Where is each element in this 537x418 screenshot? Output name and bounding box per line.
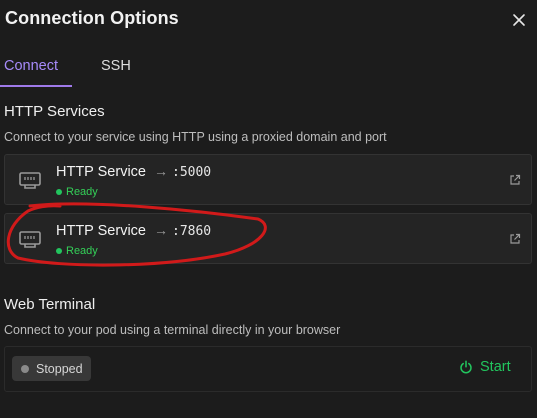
http-services-description: Connect to your service using HTTP using… — [4, 130, 387, 144]
web-terminal-bar: Stopped Start — [4, 346, 532, 392]
start-terminal-button[interactable]: Start — [459, 359, 511, 375]
service-status: Ready — [56, 245, 98, 257]
terminal-status-label: Stopped — [36, 361, 83, 376]
http-service-card[interactable]: HTTP Service → :7860 Ready — [4, 213, 532, 264]
service-port: :7860 — [172, 224, 212, 239]
dialog-title: Connection Options — [5, 8, 179, 28]
http-services-title: HTTP Services — [4, 103, 105, 120]
external-link-icon[interactable] — [509, 233, 521, 245]
tab-connect[interactable]: Connect — [4, 58, 58, 74]
stopped-dot — [21, 364, 29, 373]
arrow-right-icon: → — [154, 222, 168, 238]
start-label: Start — [480, 359, 511, 375]
external-link-icon[interactable] — [509, 174, 521, 186]
service-status: Ready — [56, 186, 98, 198]
status-label: Ready — [66, 186, 98, 198]
power-icon — [460, 360, 472, 374]
service-name: HTTP Service — [56, 223, 146, 239]
tab-bar: Connect SSH — [0, 52, 537, 88]
http-service-card[interactable]: HTTP Service → :5000 Ready — [4, 154, 532, 205]
status-dot — [56, 248, 62, 254]
arrow-right-icon: → — [154, 163, 168, 179]
status-label: Ready — [66, 245, 98, 257]
active-tab-indicator — [0, 85, 72, 87]
terminal-status-badge: Stopped — [12, 356, 91, 381]
close-button[interactable] — [509, 10, 529, 30]
ethernet-port-icon — [19, 172, 41, 189]
service-port: :5000 — [172, 165, 212, 180]
service-name: HTTP Service — [56, 164, 146, 180]
web-terminal-description: Connect to your pod using a terminal dir… — [4, 323, 341, 337]
web-terminal-title: Web Terminal — [4, 296, 96, 313]
close-icon — [513, 14, 525, 26]
ethernet-port-icon — [19, 231, 41, 248]
tab-ssh[interactable]: SSH — [101, 58, 131, 74]
status-dot — [56, 189, 62, 195]
